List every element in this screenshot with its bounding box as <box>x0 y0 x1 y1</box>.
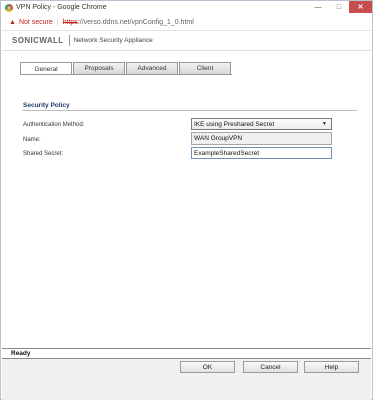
auth-method-select[interactable]: IKE using Preshared Secret ▼ <box>191 118 332 130</box>
header-divider <box>68 35 70 46</box>
sonicwall-logo: SONICWALL <box>12 36 64 45</box>
address-separator: | <box>56 19 59 26</box>
section-divider <box>22 110 357 111</box>
tab-proposals[interactable]: Proposals <box>73 62 125 74</box>
status-text: Ready <box>11 350 31 357</box>
tab-underline <box>20 74 232 75</box>
button-footer: OK Cancel Help <box>2 359 371 400</box>
warning-icon[interactable]: ▲ <box>9 19 16 26</box>
close-button[interactable]: ✕ <box>349 1 372 13</box>
url-scheme: https <box>62 19 78 26</box>
ok-button[interactable]: OK <box>180 361 235 373</box>
shared-secret-input[interactable]: ExampleSharedSecret <box>191 147 332 159</box>
policy-content: General Proposals Advanced Client Securi… <box>2 51 371 348</box>
header-subtitle: Network Security Appliance <box>73 37 153 44</box>
maximize-button[interactable]: □ <box>329 1 349 13</box>
window-title: VPN Policy - Google Chrome <box>16 4 107 11</box>
chrome-icon <box>5 4 13 12</box>
name-label: Name: <box>23 137 41 143</box>
chevron-down-icon[interactable]: ▼ <box>322 121 327 127</box>
status-bar: Ready <box>2 348 371 359</box>
auth-method-value: IKE using Preshared Secret <box>194 120 275 128</box>
cancel-button[interactable]: Cancel <box>243 361 298 373</box>
shared-secret-label: Shared Secret: <box>23 151 64 157</box>
url-text: ://verso.ddns.net/vpnConfig_1_0.html <box>77 19 194 26</box>
tab-advanced[interactable]: Advanced <box>126 62 178 74</box>
help-button[interactable]: Help <box>304 361 359 373</box>
tab-client[interactable]: Client <box>179 62 231 74</box>
auth-method-label: Authentication Method: <box>23 122 85 128</box>
address-bar[interactable]: ▲ Not secure | https ://verso.ddns.net/v… <box>2 15 371 31</box>
security-status[interactable]: Not secure <box>19 19 53 26</box>
browser-window: VPN Policy - Google Chrome — □ ✕ ▲ Not s… <box>0 0 373 400</box>
app-header: SONICWALL Network Security Appliance <box>2 31 371 51</box>
title-bar: VPN Policy - Google Chrome — □ ✕ <box>1 1 372 16</box>
minimize-button[interactable]: — <box>307 1 329 13</box>
section-title: Security Policy <box>23 102 70 109</box>
name-field: WAN GroupVPN <box>191 132 332 145</box>
